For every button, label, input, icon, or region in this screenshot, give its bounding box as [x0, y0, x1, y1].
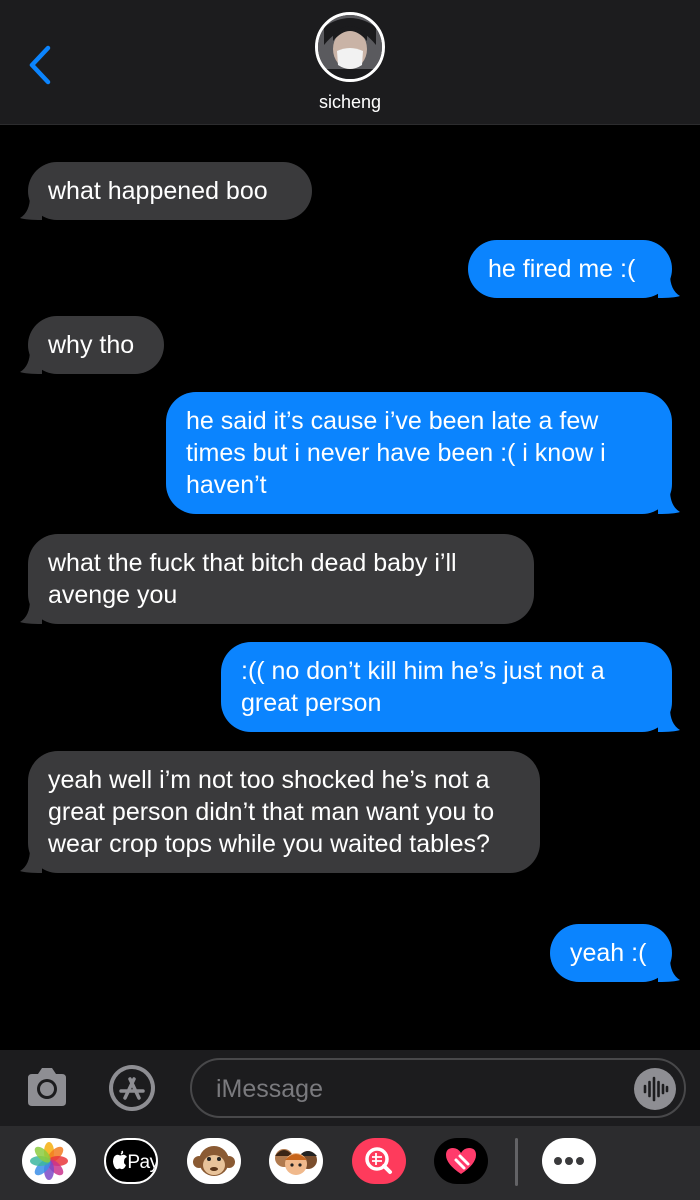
camera-button[interactable] — [24, 1066, 70, 1110]
drawer-divider — [515, 1138, 518, 1186]
incoming-message[interactable]: yeah well i’m not too shocked he’s not a… — [20, 751, 540, 873]
app-drawer: Pay — [0, 1126, 700, 1200]
memoji-icon — [275, 1149, 317, 1175]
outgoing-message[interactable]: he fired me :( — [468, 240, 680, 298]
message-text: he fired me :( — [488, 255, 636, 283]
bubble-tail — [20, 196, 42, 220]
digital-touch-app[interactable] — [434, 1138, 488, 1184]
message-text: what happened boo — [48, 177, 268, 205]
incoming-message[interactable]: what happened boo — [20, 162, 312, 220]
memoji-app[interactable] — [269, 1138, 323, 1184]
apple-pay-app[interactable]: Pay — [104, 1138, 158, 1184]
audio-waveform-icon — [643, 1076, 669, 1102]
app-store-icon — [109, 1065, 155, 1111]
contact-avatar[interactable] — [315, 12, 385, 82]
incoming-message[interactable]: why tho — [20, 316, 164, 374]
apple-pay-label: Pay — [127, 1152, 158, 1173]
message-text: he said it’s cause i’ve been late a few … — [186, 407, 606, 499]
more-icon — [554, 1157, 584, 1165]
conversation-header: sicheng — [0, 0, 700, 125]
digital-touch-icon — [446, 1148, 476, 1174]
chevron-left-icon — [29, 45, 51, 85]
message-text: why tho — [48, 331, 135, 359]
photos-icon — [30, 1142, 68, 1180]
message-input[interactable] — [216, 1070, 626, 1108]
animoji-app[interactable] — [187, 1138, 241, 1184]
image-search-icon — [365, 1147, 392, 1174]
image-search-app[interactable] — [352, 1138, 406, 1184]
bubble-tail — [20, 600, 42, 624]
bubble-tail — [658, 274, 680, 298]
message-text: what the fuck that bitch dead baby i’ll … — [48, 549, 457, 609]
animoji-monkey-icon — [193, 1146, 235, 1176]
bubble-tail — [658, 708, 680, 732]
contact-name[interactable]: sicheng — [0, 92, 700, 113]
app-store-button[interactable] — [104, 1062, 160, 1114]
bubble-tail — [20, 350, 42, 374]
back-button[interactable] — [22, 40, 62, 90]
message-thread[interactable]: what happened boo he fired me :( why tho… — [0, 125, 700, 1050]
outgoing-message[interactable]: :(( no don’t kill him he’s just not a gr… — [221, 642, 680, 732]
message-text: :(( no don’t kill him he’s just not a gr… — [241, 657, 605, 717]
incoming-message[interactable]: what the fuck that bitch dead baby i’ll … — [20, 534, 534, 624]
bubble-tail — [658, 958, 680, 982]
outgoing-message[interactable]: yeah :( — [550, 924, 680, 982]
bubble-tail — [658, 490, 680, 514]
camera-icon — [28, 1068, 66, 1106]
message-text: yeah :( — [570, 939, 647, 967]
photos-app[interactable] — [22, 1138, 76, 1184]
audio-message-button[interactable] — [634, 1068, 676, 1110]
bubble-tail — [20, 849, 42, 873]
more-apps-button[interactable] — [542, 1138, 596, 1184]
avatar-photo — [318, 15, 382, 79]
message-field[interactable] — [190, 1058, 686, 1118]
outgoing-message[interactable]: he said it’s cause i’ve been late a few … — [166, 392, 680, 514]
message-text: yeah well i’m not too shocked he’s not a… — [48, 766, 495, 858]
compose-bar — [0, 1050, 700, 1126]
